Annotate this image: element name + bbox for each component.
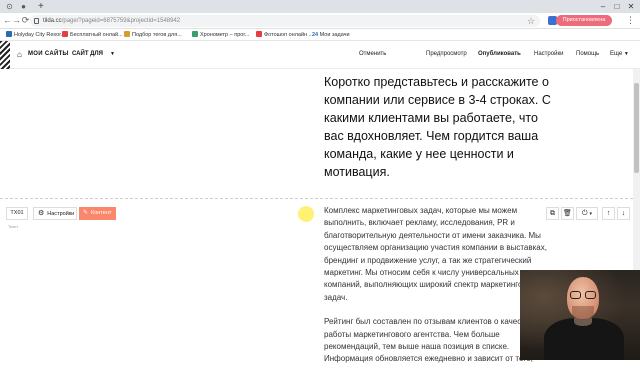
bookmark-item[interactable]: Holyday City Resor... [6, 29, 65, 41]
chevron-down-icon: ▼ [623, 51, 629, 57]
tilda-top-panel: ⌂ МОИ САЙТЫ — САЙТ ДЛЯ ▼ Отменить Предпр… [0, 41, 640, 69]
maximize-button[interactable]: □ [610, 0, 624, 13]
gear-icon: ⚙ [38, 210, 45, 217]
glasses-lens [585, 291, 596, 299]
browser-toolbar: ← → ⟳ tilda.cc/page/?pageid=6875759&proj… [0, 13, 640, 29]
body-paragraph[interactable]: Комплекс маркетинговых задач, которые мы… [324, 205, 548, 304]
block-type-label: Текст [8, 224, 19, 229]
bookmark-item[interactable]: Подбор тегов для... [124, 29, 182, 41]
bookmark-item[interactable]: 24 Мои задачи [312, 29, 350, 41]
bookmark-label: Фотошоп онлайн ... [264, 32, 314, 38]
home-icon[interactable]: ⌂ [17, 50, 22, 60]
bookmark-favicon-icon [62, 31, 68, 37]
publish-link[interactable]: Опубликовать [478, 41, 521, 67]
block-content-button[interactable]: ✎ Контент [79, 207, 116, 220]
scrollbar-thumb[interactable] [634, 83, 639, 173]
help-link[interactable]: Помощь [576, 41, 599, 67]
bookmark-item[interactable]: Бесплатный онлай... [62, 29, 123, 41]
intro-text[interactable]: Коротко представьтесь и расскажите о ком… [324, 73, 554, 181]
url-host: tilda.cc [43, 18, 62, 24]
block-content-label: Контент [91, 210, 112, 216]
browser-tab-strip: ⊙ ● + – □ ✕ [0, 0, 640, 13]
pencil-icon: ✎ [83, 210, 89, 216]
block-settings-button[interactable]: ⚙ Настройки [33, 207, 77, 220]
power-toggle-icon[interactable]: ⏻ ▾ [576, 207, 598, 220]
copy-block-icon[interactable]: ⧉ [546, 207, 559, 220]
move-down-icon[interactable]: ↓ [617, 207, 630, 220]
block-id-badge: TX01 [6, 207, 28, 220]
bookmark-favicon-icon [124, 31, 130, 37]
undo-link[interactable]: Отменить [359, 41, 386, 67]
tilda-logo-stripe [0, 41, 10, 69]
bookmark-label: Бесплатный онлай... [70, 32, 123, 38]
bookmark-label: Хронометр – прог... [200, 32, 250, 38]
bookmark-star-icon[interactable]: ☆ [527, 15, 535, 27]
browser-menu-icon[interactable]: ⋮ [626, 15, 635, 26]
breadcrumb-separator: — [62, 51, 68, 57]
glasses-lens [570, 291, 581, 299]
bookmark-label: Подбор тегов для... [132, 32, 182, 38]
url-text[interactable]: tilda.cc/page/?pageid=6875759&projectid=… [43, 15, 180, 27]
new-tab-button[interactable]: + [38, 0, 44, 13]
bookmark-favicon-icon [192, 31, 198, 37]
bookmark-favicon-icon [6, 31, 12, 37]
body-text[interactable]: Комплекс маркетинговых задач, которые мы… [324, 205, 548, 378]
lock-icon [34, 18, 39, 24]
presenter-beard [572, 306, 594, 320]
block-settings-label: Настройки [47, 211, 75, 217]
block-divider [0, 198, 633, 199]
site-name-link[interactable]: САЙТ ДЛЯ [72, 41, 103, 67]
minimize-button[interactable]: – [596, 0, 610, 13]
bookmark-badge: 24 [312, 32, 320, 38]
settings-link[interactable]: Настройки [534, 41, 563, 67]
bookmark-item[interactable]: Фотошоп онлайн ... [256, 29, 313, 41]
cursor-highlight [298, 206, 314, 222]
webcam-overlay [520, 270, 640, 360]
more-label: Еще [610, 51, 623, 57]
preview-link[interactable]: Предпросмотр [426, 41, 467, 67]
close-window-button[interactable]: ✕ [624, 0, 638, 13]
delete-block-icon[interactable]: 🗑 [561, 207, 574, 220]
github-tab-icon[interactable]: ● [18, 1, 29, 12]
more-link[interactable]: Еще ▼ [610, 41, 629, 67]
url-path: /page/?pageid=6875759&projectid=1548942 [61, 18, 181, 24]
bookmark-favicon-icon [256, 31, 262, 37]
body-paragraph[interactable]: Рейтинг был составлен по отзывам клиенто… [324, 316, 548, 366]
presenter-glasses [570, 291, 597, 299]
bookmark-label: Holyday City Resor... [14, 32, 66, 38]
bookmark-item[interactable]: Хронометр – прог... [192, 29, 249, 41]
profile-button[interactable]: Приостановлена [556, 15, 612, 26]
bookmark-label: Мои задачи [319, 32, 350, 38]
move-up-icon[interactable]: ↑ [602, 207, 615, 220]
tab-search-icon[interactable]: ⊙ [4, 1, 15, 12]
chevron-down-icon[interactable]: ▼ [110, 41, 115, 67]
address-bar[interactable]: tilda.cc/page/?pageid=6875759&projectid=… [30, 15, 540, 27]
bookmarks-bar: Holyday City Resor... Бесплатный онлай...… [0, 29, 640, 41]
